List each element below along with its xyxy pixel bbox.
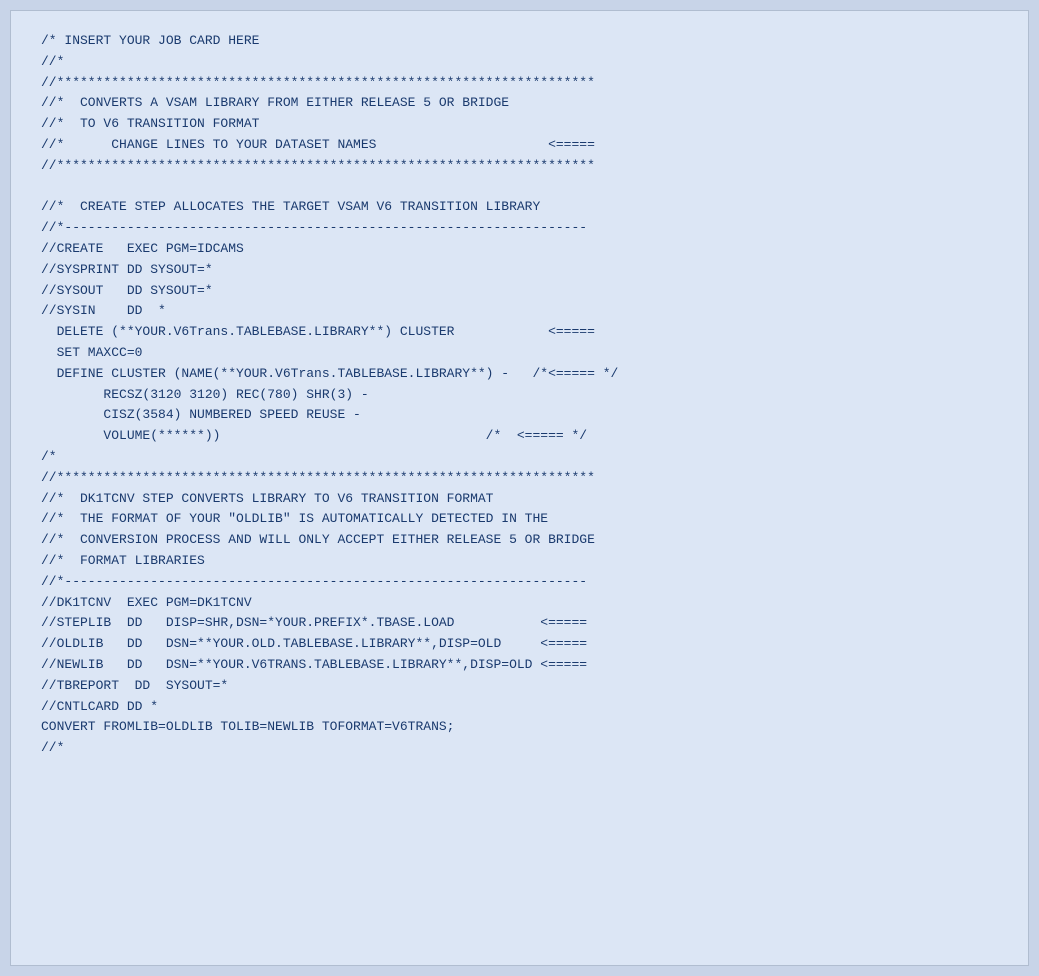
code-line-6: //**************************************…	[41, 156, 998, 177]
code-line-7	[41, 177, 998, 198]
code-line-26: //*-------------------------------------…	[41, 572, 998, 593]
code-line-24: //* CONVERSION PROCESS AND WILL ONLY ACC…	[41, 530, 998, 551]
code-line-10: //CREATE EXEC PGM=IDCAMS	[41, 239, 998, 260]
code-line-8: //* CREATE STEP ALLOCATES THE TARGET VSA…	[41, 197, 998, 218]
code-line-16: DEFINE CLUSTER (NAME(**YOUR.V6Trans.TABL…	[41, 364, 998, 385]
code-line-17: RECSZ(3120 3120) REC(780) SHR(3) -	[41, 385, 998, 406]
code-line-19: VOLUME(******)) /* <===== */	[41, 426, 998, 447]
code-line-34: //*	[41, 738, 998, 759]
code-line-15: SET MAXCC=0	[41, 343, 998, 364]
code-line-2: //**************************************…	[41, 73, 998, 94]
code-line-27: //DK1TCNV EXEC PGM=DK1TCNV	[41, 593, 998, 614]
code-line-29: //OLDLIB DD DSN=**YOUR.OLD.TABLEBASE.LIB…	[41, 634, 998, 655]
code-line-13: //SYSIN DD *	[41, 301, 998, 322]
code-line-1: //*	[41, 52, 998, 73]
code-line-23: //* THE FORMAT OF YOUR "OLDLIB" IS AUTOM…	[41, 509, 998, 530]
code-line-28: //STEPLIB DD DISP=SHR,DSN=*YOUR.PREFIX*.…	[41, 613, 998, 634]
code-line-20: /*	[41, 447, 998, 468]
code-line-9: //*-------------------------------------…	[41, 218, 998, 239]
code-line-31: //TBREPORT DD SYSOUT=*	[41, 676, 998, 697]
code-line-32: //CNTLCARD DD *	[41, 697, 998, 718]
code-line-25: //* FORMAT LIBRARIES	[41, 551, 998, 572]
code-block: /* INSERT YOUR JOB CARD HERE//*//*******…	[10, 10, 1029, 966]
code-line-5: //* CHANGE LINES TO YOUR DATASET NAMES <…	[41, 135, 998, 156]
code-line-22: //* DK1TCNV STEP CONVERTS LIBRARY TO V6 …	[41, 489, 998, 510]
code-line-18: CISZ(3584) NUMBERED SPEED REUSE -	[41, 405, 998, 426]
code-line-33: CONVERT FROMLIB=OLDLIB TOLIB=NEWLIB TOFO…	[41, 717, 998, 738]
code-line-12: //SYSOUT DD SYSOUT=*	[41, 281, 998, 302]
code-line-3: //* CONVERTS A VSAM LIBRARY FROM EITHER …	[41, 93, 998, 114]
code-line-14: DELETE (**YOUR.V6Trans.TABLEBASE.LIBRARY…	[41, 322, 998, 343]
code-line-0: /* INSERT YOUR JOB CARD HERE	[41, 31, 998, 52]
code-line-4: //* TO V6 TRANSITION FORMAT	[41, 114, 998, 135]
code-line-21: //**************************************…	[41, 468, 998, 489]
code-line-30: //NEWLIB DD DSN=**YOUR.V6TRANS.TABLEBASE…	[41, 655, 998, 676]
code-line-11: //SYSPRINT DD SYSOUT=*	[41, 260, 998, 281]
